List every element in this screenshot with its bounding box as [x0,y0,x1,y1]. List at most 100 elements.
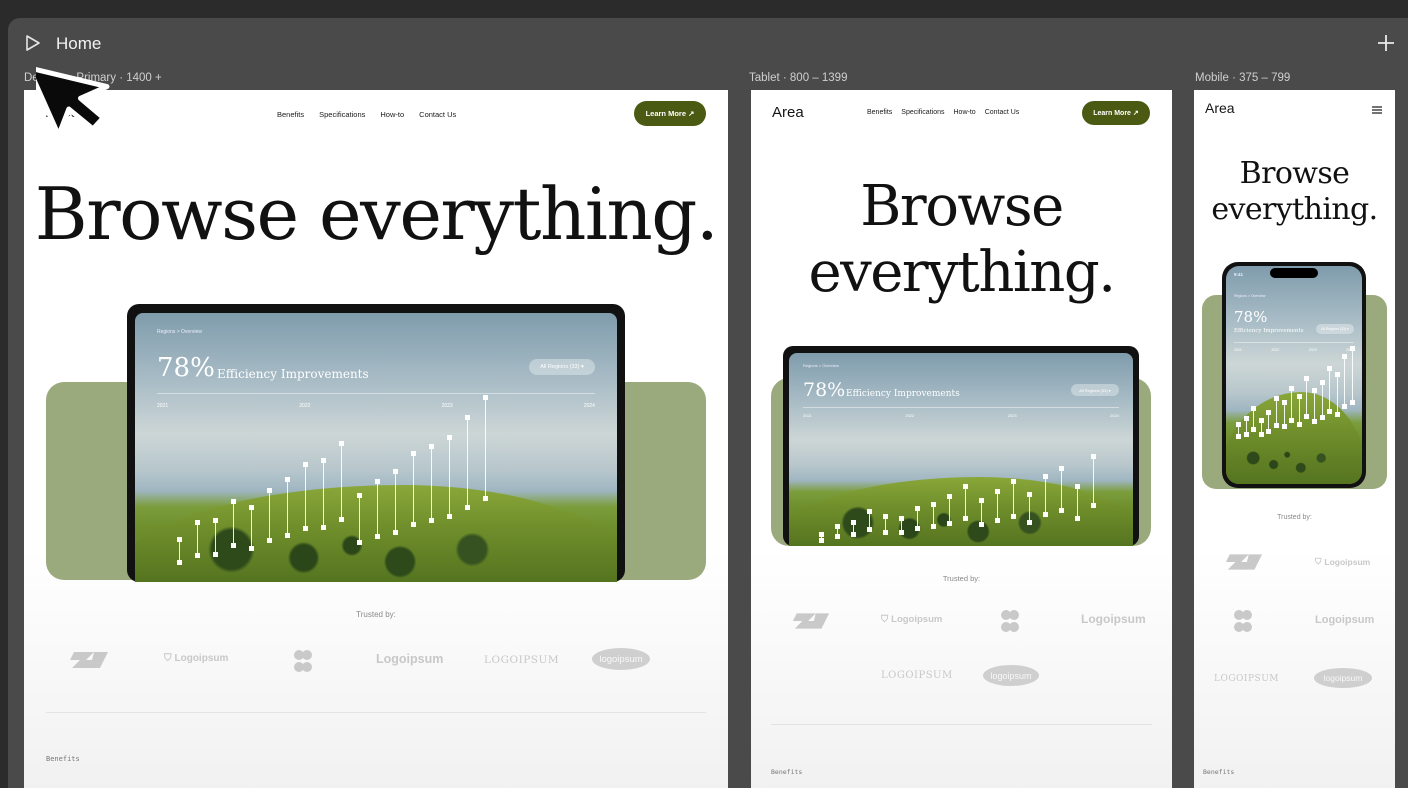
hero-line: Browse [860,174,1064,239]
regions-dropdown: All Regions (33) ▾ [1316,324,1354,334]
year-label: 2024 [583,403,595,409]
tablet-frame[interactable]: Area Benefits Specifications How-to Cont… [751,90,1172,788]
frame-background [751,550,1172,788]
hero-heading: Browse everything. [34,172,719,256]
oval-logo: logoipsum [592,648,650,670]
year-label: 2021 [157,403,169,409]
screen-bar [177,537,182,566]
screen-bar [465,415,470,511]
site-logo[interactable]: Area [772,104,804,121]
site-logo[interactable]: Area [1205,100,1235,116]
logo-wordmark: Logoipsum [1324,556,1371,567]
screen-bar [321,458,326,530]
tablet-mockup: Regions > Overview 78% Efficiency Improv… [783,346,1139,546]
nav-how-to[interactable]: How-to [954,109,976,116]
screen-bar [393,469,398,535]
logo-wordmark: Logoipsum [891,614,943,625]
year-label: 2022 [299,403,311,409]
status-time: 9:41 [1234,272,1244,277]
logoipsum-wordmark: Logoipsum [1315,614,1375,626]
screen-bar [1327,366,1333,414]
screen-bar [1304,376,1310,419]
shield-logo: ⛉ Logoipsum [881,614,942,625]
nav-contact-us[interactable]: Contact Us [985,109,1020,116]
screen-metric-label: Efficiency Improvements [846,389,960,399]
clover-logo [1001,610,1019,632]
year-label: 2021 [803,413,812,418]
shield-icon: ⛉ [164,653,172,664]
site-nav: Benefits Specifications How-to Contact U… [277,110,456,119]
screen-bar [249,505,254,551]
screen-bar [1243,416,1249,437]
logoipsum-wordmark: Logoipsum [376,652,444,666]
mobile-frame[interactable]: Area Browse everything. 9:41 Regions > O… [1194,90,1395,788]
logo-wordmark: Logoipsum [174,653,229,664]
clover-logo [294,650,312,672]
year-axis: 2021 2022 2023 2024 [803,413,1119,418]
desktop-frame[interactable]: Area Benefits Specifications How-to Cont… [24,90,728,788]
plus-icon[interactable] [1377,34,1395,52]
mockup-screen: Regions > Overview 78% Efficiency Improv… [789,353,1133,546]
nav-contact-us[interactable]: Contact Us [419,110,456,119]
screen-bar [1075,484,1080,521]
screen-bar [1350,346,1355,405]
screen-bar [931,502,936,530]
screen-bar [947,494,952,526]
screen-percent: 78% [1234,308,1268,326]
trusted-label: Trusted by: [356,610,396,619]
nav-specifications[interactable]: Specifications [901,109,944,116]
screen-bar [267,488,272,544]
screen-bar [1296,394,1302,427]
screen-breadcrumb: Regions > Overview [1234,294,1266,298]
dynamic-island [1270,268,1318,278]
screen-bar [411,451,416,527]
mockup-screen: 9:41 Regions > Overview 78% Efficiency I… [1226,266,1362,484]
oval-logo: logoipsum [1314,668,1372,688]
screen-bar [867,509,872,533]
screen-breadcrumb: Regions > Overview [803,363,839,368]
nav-benefits[interactable]: Benefits [867,109,892,116]
screen-bar [899,516,904,536]
screen-bar [213,518,218,557]
screen-bar [995,489,1000,524]
breakpoint-label-tablet: Tablet · 800 – 1399 [749,72,848,84]
nav-benefits[interactable]: Benefits [277,110,304,119]
trusted-label: Trusted by: [942,574,981,583]
year-label: 2022 [905,413,915,418]
nav-how-to[interactable]: How-to [380,110,404,119]
clover-logo [1234,610,1252,632]
hamburger-menu-icon[interactable] [1372,106,1382,114]
screen-bar [1312,388,1317,424]
screen-bar [1266,410,1272,434]
screen-bar [1334,372,1340,417]
hero-heading: Browse everything. [751,174,1172,306]
shield-logo: ⛉ Logoipsum [164,653,228,664]
shield-logo: ⛉ Logoipsum [1315,556,1370,567]
site-nav: Benefits Specifications How-to Contact U… [867,109,1019,116]
screen-bar [1091,454,1096,508]
page-title[interactable]: Home [56,34,101,54]
design-canvas: Home Desktop · Primary · 1400 + Tablet ·… [8,18,1408,788]
screen-bar [357,493,362,546]
learn-more-button[interactable]: Learn More ↗ [1082,101,1150,125]
oval-logo: logoipsum [983,665,1039,686]
year-axis: 2021 2022 2023 2024 [1234,348,1354,352]
trusted-label: Trusted by: [1277,514,1312,521]
screen-bar [851,520,856,538]
serif-logo: LOGOIPSUM [881,670,953,681]
play-icon[interactable] [26,35,40,51]
section-label: Benefits [46,755,80,763]
nav-specifications[interactable]: Specifications [319,110,365,119]
screen-bar [1027,492,1032,525]
screen-bar [447,435,452,520]
year-label: 2023 [1007,413,1017,418]
learn-more-button[interactable]: Learn More ↗ [634,101,706,126]
screen-bar [483,395,488,502]
hero-line: everything. [1211,192,1378,227]
screen-bar [1236,422,1241,440]
serif-logo: LOGOIPSUM [484,654,560,666]
screen-bar [195,520,200,558]
screen-bar [835,524,840,539]
shield-icon: ⛉ [1315,556,1322,566]
screen-percent: 78% [157,353,215,383]
